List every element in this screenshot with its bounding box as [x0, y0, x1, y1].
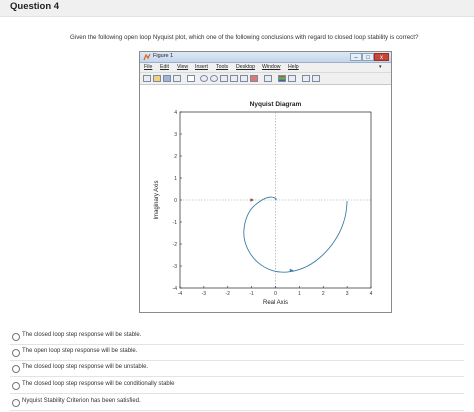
close-button[interactable]: x — [374, 53, 389, 61]
new-icon[interactable] — [143, 75, 151, 82]
menu-desktop[interactable]: Desktop — [236, 64, 255, 70]
zoom-in-icon[interactable] — [200, 75, 208, 82]
rotate-icon[interactable] — [230, 75, 238, 82]
y-tick-label: -1 — [173, 220, 178, 226]
menu-help[interactable]: Help — [288, 64, 299, 70]
critical-point-marker — [250, 198, 253, 202]
answer-option-1[interactable]: The closed loop step response will be st… — [10, 330, 464, 345]
minimize-button[interactable]: – — [350, 53, 362, 61]
brush-icon[interactable] — [250, 75, 258, 82]
y-tick-label: -4 — [173, 286, 178, 292]
menu-window[interactable]: Window — [262, 64, 280, 70]
x-tick-label: -2 — [226, 291, 231, 297]
x-tick-label: -4 — [178, 291, 183, 297]
x-axis-label: Real Axis — [263, 300, 288, 306]
matlab-figure-window: Figure 1 – □ x File Edit View Insert Too… — [139, 51, 392, 313]
show-plot-tools-icon[interactable] — [312, 75, 320, 82]
menu-view[interactable]: View — [177, 64, 188, 70]
menu-insert[interactable]: Insert — [195, 64, 208, 70]
figure-title: Figure 1 — [153, 53, 174, 59]
menu-overflow-arrow-icon[interactable]: ▾ — [379, 64, 382, 70]
option-label: The closed loop step response will be st… — [22, 332, 142, 338]
colorbar-icon[interactable] — [278, 75, 286, 82]
menu-tools[interactable]: Tools — [216, 64, 228, 70]
answer-option-5[interactable]: Nyquist Stability Criterion has been sat… — [10, 396, 464, 411]
print-icon[interactable] — [173, 75, 181, 82]
radio-button[interactable] — [12, 365, 20, 373]
matlab-figure-icon — [143, 53, 151, 61]
y-tick-label: 1 — [174, 176, 177, 182]
answer-option-3[interactable]: The closed loop step response will be un… — [10, 362, 464, 377]
option-label: Nyquist Stability Criterion has been sat… — [22, 398, 141, 404]
chart-title: Nyquist Diagram — [250, 101, 302, 108]
radio-button[interactable] — [12, 399, 20, 407]
radio-button[interactable] — [12, 333, 20, 341]
figure-toolbar — [140, 72, 391, 85]
question-title: Question 4 — [10, 1, 60, 12]
zoom-out-icon[interactable] — [210, 75, 218, 82]
question-text: Given the following open loop Nyquist pl… — [70, 34, 419, 41]
figure-titlebar[interactable]: Figure 1 – □ x — [140, 52, 391, 63]
x-tick-label: 0 — [274, 291, 277, 297]
y-tick-label: 2 — [174, 154, 177, 160]
x-tick-label: 1 — [298, 291, 301, 297]
y-tick-label: -2 — [173, 242, 178, 248]
hide-plot-tools-icon[interactable] — [302, 75, 310, 82]
y-tick-label: 0 — [174, 198, 177, 204]
option-label: The open loop step response will be stab… — [22, 348, 138, 354]
plot-area: -4 -3 -2 -1 0 1 2 3 4 4 3 2 1 0 -1 -2 -3 -4 Nyquist Diagra… — [140, 85, 391, 312]
x-tick-label: 3 — [346, 291, 349, 297]
question-header: Question 4 — [0, 0, 474, 17]
option-label: The closed loop step response will be co… — [22, 381, 175, 387]
menu-edit[interactable]: Edit — [160, 64, 169, 70]
option-label: The closed loop step response will be un… — [22, 364, 149, 370]
answer-option-2[interactable]: The open loop step response will be stab… — [10, 346, 464, 361]
x-tick-label: 4 — [370, 291, 373, 297]
save-icon[interactable] — [163, 75, 171, 82]
x-tick-label: -1 — [249, 291, 254, 297]
radio-button[interactable] — [12, 382, 20, 390]
pointer-icon[interactable] — [187, 75, 195, 82]
nyquist-plot: -4 -3 -2 -1 0 1 2 3 4 4 3 2 1 0 -1 -2 -3 -4 Nyquist Diagra… — [154, 101, 373, 306]
maximize-button[interactable]: □ — [362, 53, 374, 61]
y-tick-label: 4 — [174, 110, 177, 116]
radio-button[interactable] — [12, 349, 20, 357]
data-cursor-icon[interactable] — [240, 75, 248, 82]
menu-file[interactable]: File — [144, 64, 152, 70]
pan-icon[interactable] — [220, 75, 228, 82]
figure-menubar: File Edit View Insert Tools Desktop Wind… — [140, 63, 391, 72]
legend-icon[interactable] — [288, 75, 296, 82]
x-tick-label: 2 — [322, 291, 325, 297]
y-tick-label: 3 — [174, 132, 177, 138]
y-tick-label: -3 — [173, 264, 178, 270]
x-tick-label: -3 — [202, 291, 207, 297]
link-icon[interactable] — [264, 75, 272, 82]
open-icon[interactable] — [153, 75, 161, 82]
y-axis-label: Imaginary Axis — [154, 180, 160, 219]
answer-option-4[interactable]: The closed loop step response will be co… — [10, 379, 464, 394]
